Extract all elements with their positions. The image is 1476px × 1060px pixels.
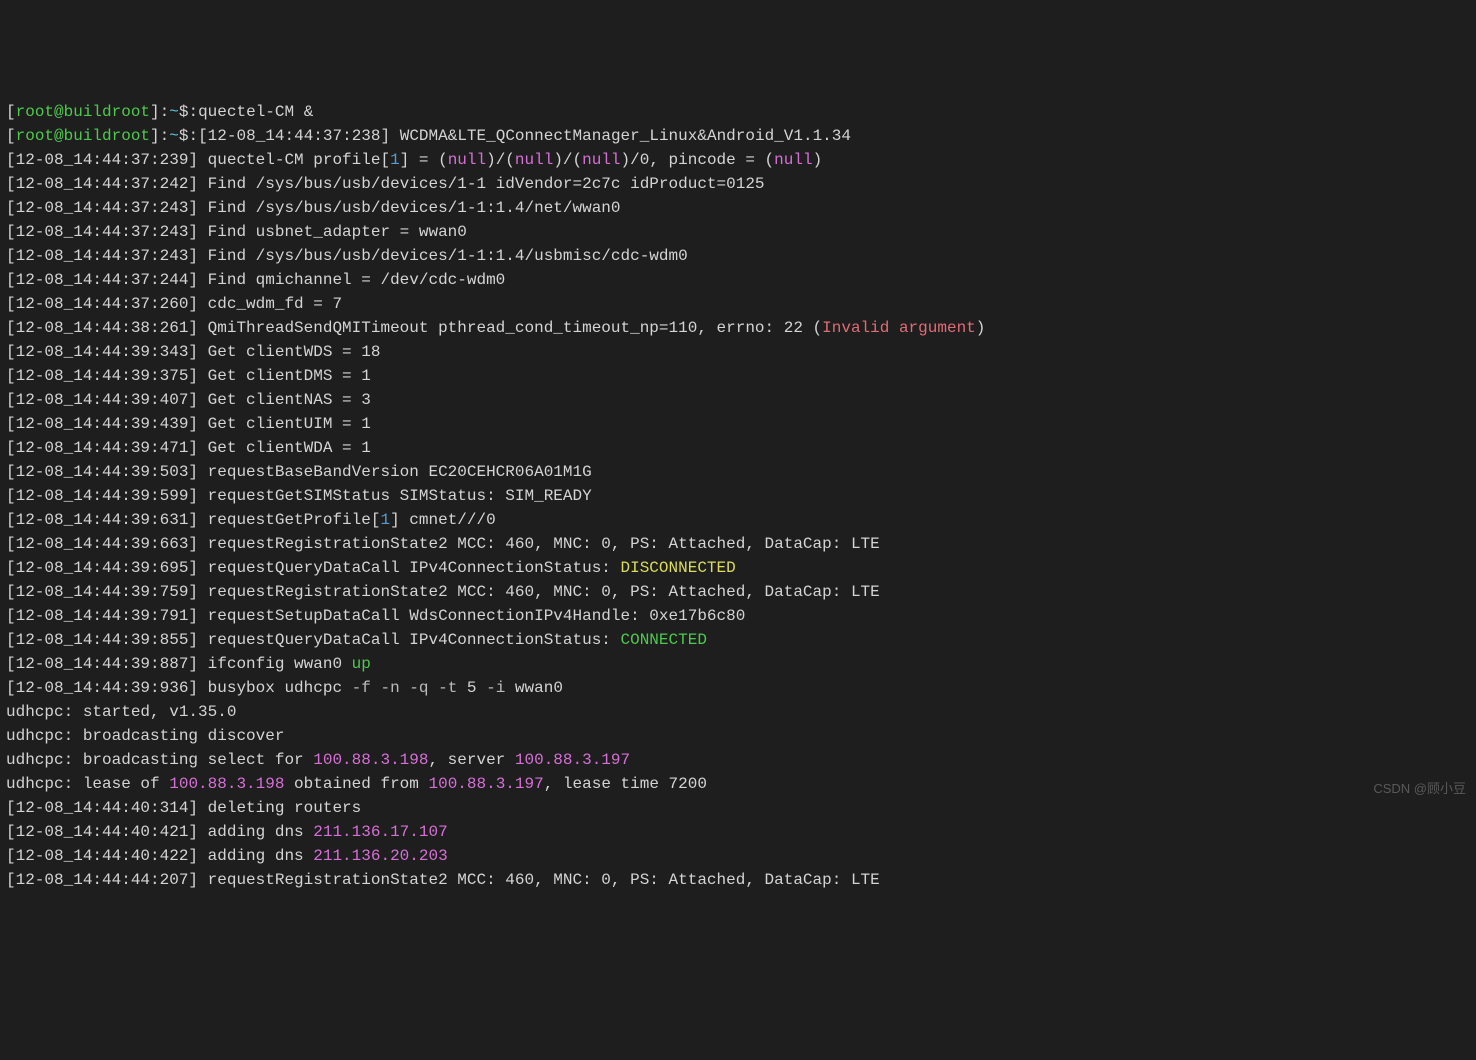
log-line: [12-08_14:44:39:695] requestQueryDataCal… bbox=[6, 556, 1470, 580]
log-line: [12-08_14:44:39:343] Get clientWDS = 18 bbox=[6, 340, 1470, 364]
log-line: [12-08_14:44:39:375] Get clientDMS = 1 bbox=[6, 364, 1470, 388]
prompt-line-2: [root@buildroot]:~$:[12-08_14:44:37:238]… bbox=[6, 124, 1470, 148]
log-line: [12-08_14:44:39:936] busybox udhcpc -f -… bbox=[6, 676, 1470, 700]
log-line: [12-08_14:44:39:759] requestRegistration… bbox=[6, 580, 1470, 604]
log-line: [12-08_14:44:44:207] requestRegistration… bbox=[6, 868, 1470, 892]
ip-address: 100.88.3.198 bbox=[169, 775, 284, 793]
log-line: [12-08_14:44:37:260] cdc_wdm_fd = 7 bbox=[6, 292, 1470, 316]
log-line: udhcpc: lease of 100.88.3.198 obtained f… bbox=[6, 772, 1470, 796]
log-line: [12-08_14:44:39:599] requestGetSIMStatus… bbox=[6, 484, 1470, 508]
watermark: CSDN @顾小豆 bbox=[1373, 779, 1466, 799]
log-line: [12-08_14:44:40:314] deleting routers bbox=[6, 796, 1470, 820]
ip-address: 100.88.3.197 bbox=[428, 775, 543, 793]
ip-address: 100.88.3.198 bbox=[313, 751, 428, 769]
banner-ts: [12-08_14:44:37:238] bbox=[198, 127, 390, 145]
log-line: [12-08_14:44:37:243] Find usbnet_adapter… bbox=[6, 220, 1470, 244]
log-line: [12-08_14:44:39:791] requestSetupDataCal… bbox=[6, 604, 1470, 628]
log-line: [12-08_14:44:39:407] Get clientNAS = 3 bbox=[6, 388, 1470, 412]
ip-address: 211.136.20.203 bbox=[313, 847, 447, 865]
ip-address: 100.88.3.197 bbox=[515, 751, 630, 769]
ip-address: 211.136.17.107 bbox=[313, 823, 447, 841]
prompt-line-1: [root@buildroot]:~$:quectel-CM & bbox=[6, 100, 1470, 124]
log-line: [12-08_14:44:37:243] Find /sys/bus/usb/d… bbox=[6, 244, 1470, 268]
log-line: [12-08_14:44:39:631] requestGetProfile[1… bbox=[6, 508, 1470, 532]
log-line: [12-08_14:44:39:439] Get clientUIM = 1 bbox=[6, 412, 1470, 436]
log-line: [12-08_14:44:37:244] Find qmichannel = /… bbox=[6, 268, 1470, 292]
user-host: root@buildroot bbox=[16, 103, 150, 121]
log-line: [12-08_14:44:37:239] quectel-CM profile[… bbox=[6, 148, 1470, 172]
log-line: [12-08_14:44:37:242] Find /sys/bus/usb/d… bbox=[6, 172, 1470, 196]
cwd: ~ bbox=[169, 103, 179, 121]
command-1: quectel-CM & bbox=[198, 103, 313, 121]
log-line: udhcpc: started, v1.35.0 bbox=[6, 700, 1470, 724]
log-line: [12-08_14:44:39:471] Get clientWDA = 1 bbox=[6, 436, 1470, 460]
log-line: [12-08_14:44:37:243] Find /sys/bus/usb/d… bbox=[6, 196, 1470, 220]
status-disconnected: DISCONNECTED bbox=[621, 559, 736, 577]
log-line: udhcpc: broadcasting discover bbox=[6, 724, 1470, 748]
terminal-output[interactable]: [root@buildroot]:~$:quectel-CM &[root@bu… bbox=[6, 100, 1470, 892]
log-line: [12-08_14:44:39:887] ifconfig wwan0 up bbox=[6, 652, 1470, 676]
log-line: [12-08_14:44:39:855] requestQueryDataCal… bbox=[6, 628, 1470, 652]
log-line: udhcpc: broadcasting select for 100.88.3… bbox=[6, 748, 1470, 772]
banner-text: WCDMA&LTE_QConnectManager_Linux&Android_… bbox=[390, 127, 851, 145]
error-text: Invalid argument bbox=[822, 319, 976, 337]
status-connected: CONNECTED bbox=[621, 631, 707, 649]
log-line: [12-08_14:44:39:663] requestRegistration… bbox=[6, 532, 1470, 556]
log-line: [12-08_14:44:38:261] QmiThreadSendQMITim… bbox=[6, 316, 1470, 340]
log-line: [12-08_14:44:40:421] adding dns 211.136.… bbox=[6, 820, 1470, 844]
log-line: [12-08_14:44:40:422] adding dns 211.136.… bbox=[6, 844, 1470, 868]
log-line: [12-08_14:44:39:503] requestBaseBandVers… bbox=[6, 460, 1470, 484]
